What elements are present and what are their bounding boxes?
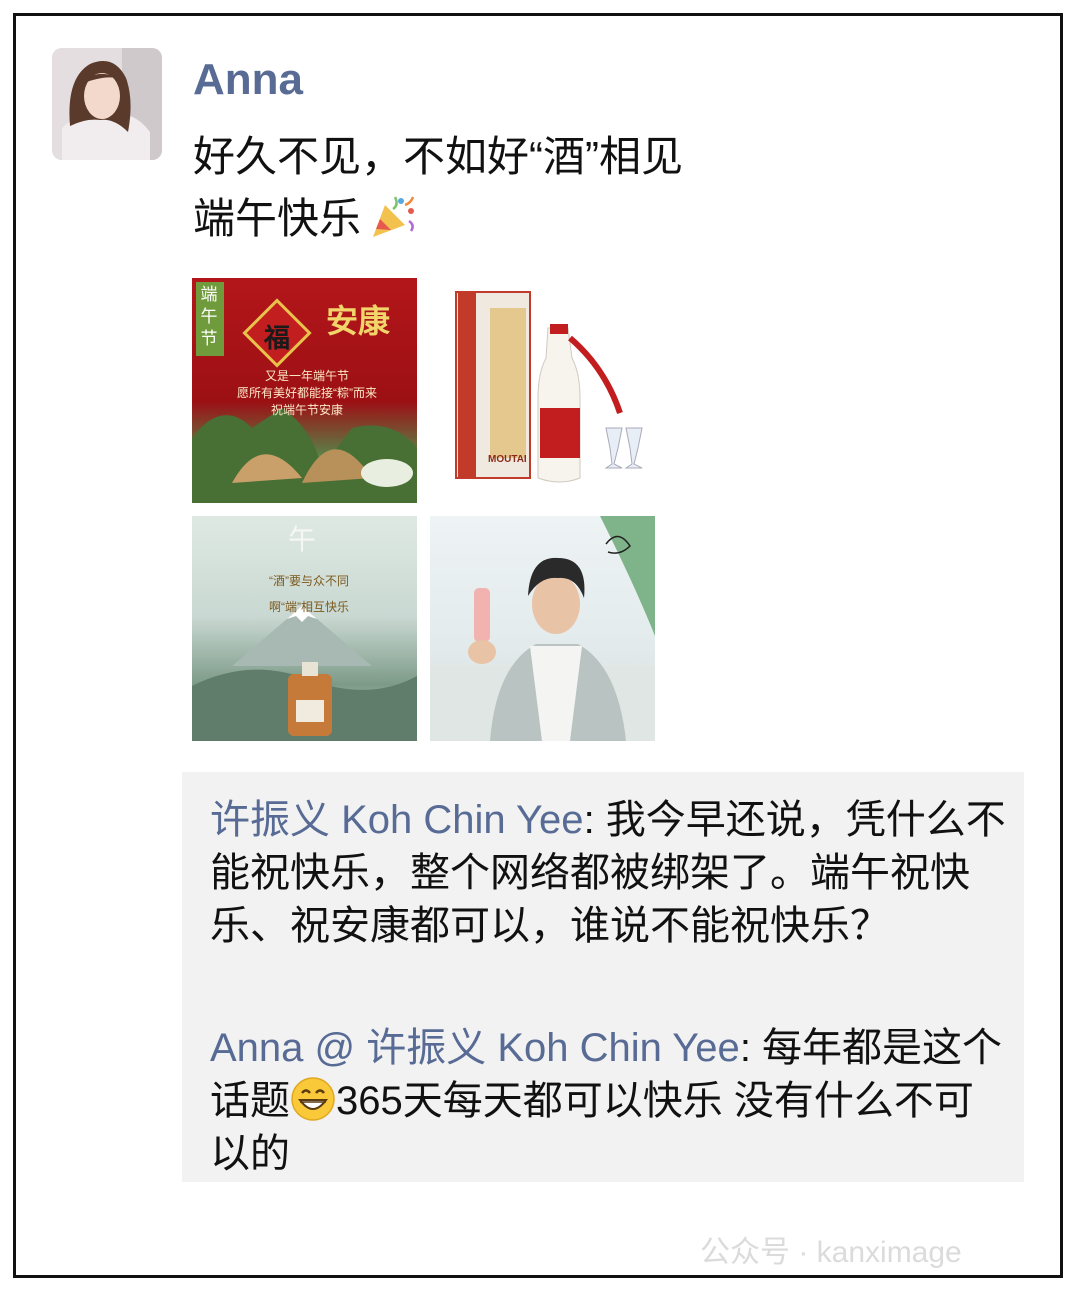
tile1-badge: 端午节 xyxy=(200,285,218,348)
post-author[interactable]: Anna xyxy=(193,55,303,105)
celebrity-drink-art xyxy=(430,516,655,741)
tile1-caption-line: 祝端午节安康 xyxy=(270,403,343,417)
post-image-celebrity-drink[interactable] xyxy=(430,516,655,741)
post-text-line-1: 好久不见，不如好“酒”相见 xyxy=(193,133,683,180)
moutai-bottle-art xyxy=(455,291,643,483)
tile1-caption-line: 又是一年端午节 xyxy=(264,369,349,383)
tile3-text-line: 啊“端”相互快乐 xyxy=(269,600,349,614)
comment-author[interactable]: Anna @ 许振义 Koh Chin Yee xyxy=(210,1026,740,1070)
party-popper-emoji-icon xyxy=(373,196,415,237)
post-image-dragon-boat-card[interactable]: 端午节 福 安康 又是一年端午节 愿所有美好都能接“粽”而来 祝端午节安康 xyxy=(192,278,417,503)
tile3-text: “酒”要与众不同 啊“端”相互快乐 xyxy=(244,568,374,620)
comment: Anna @ 许振义 Koh Chin Yee: 每年都是这个话题 365天每天… xyxy=(210,1022,1010,1181)
grinning-face-emoji-icon xyxy=(291,1077,335,1121)
post-image-moutai[interactable]: MOUTAI xyxy=(430,278,655,503)
tile3-heading: 午 xyxy=(288,524,317,555)
tile3-text-line: “酒”要与众不同 xyxy=(269,574,349,588)
tile1-caption: 又是一年端午节 愿所有美好都能接“粽”而来 祝端午节安康 xyxy=(212,368,402,419)
tile1-fu: 福 xyxy=(264,323,291,353)
moutai-brand: MOUTAI xyxy=(488,454,527,465)
watermark: 公众号 · kanximage xyxy=(700,1236,962,1269)
avatar[interactable] xyxy=(52,48,162,160)
avatar-photo xyxy=(52,48,162,160)
tile1-caption-line: 愿所有美好都能接“粽”而来 xyxy=(237,386,377,400)
comment-author[interactable]: 许振义 Koh Chin Yee xyxy=(210,798,584,842)
comments-section: 许振义 Koh Chin Yee: 我今早还说，凭什么不能祝快乐，整个网络都被绑… xyxy=(182,772,1024,1182)
post-image-mountain-lake[interactable]: 午 “酒”要与众不同 啊“端”相互快乐 xyxy=(192,516,417,741)
post-text-greeting: 端午快乐 xyxy=(193,195,362,242)
post-text-line-2: 端午快乐 xyxy=(193,190,419,248)
comment: 许振义 Koh Chin Yee: 我今早还说，凭什么不能祝快乐，整个网络都被绑… xyxy=(210,794,1010,953)
tile1-title: 安康 xyxy=(326,303,391,339)
